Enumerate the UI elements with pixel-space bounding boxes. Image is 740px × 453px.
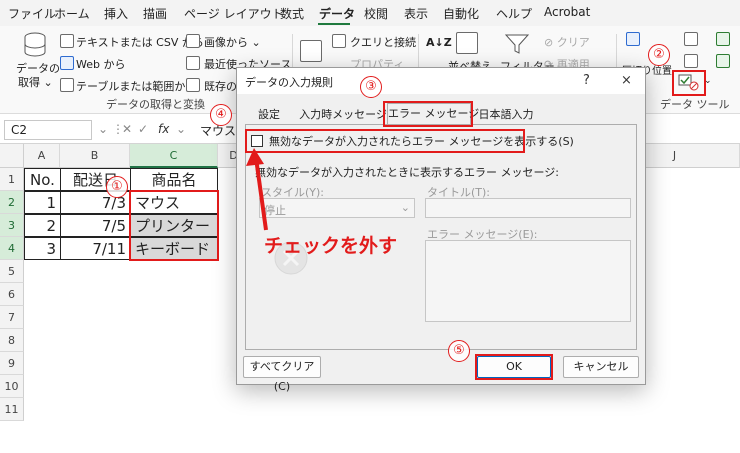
tab-data[interactable]: データ — [319, 5, 355, 22]
formula-dropdown-icon[interactable]: ⌄ — [176, 122, 186, 136]
tab-automate[interactable]: 自動化 — [443, 5, 479, 22]
cell-a3[interactable]: 2 — [24, 214, 61, 237]
dialog-title-bar: データの入力規則 ? × — [237, 68, 645, 94]
help-icon[interactable]: ? — [583, 73, 590, 88]
existing-connections-button[interactable]: 既存の — [204, 78, 237, 94]
remove-duplicates-icon[interactable] — [684, 54, 698, 68]
text-csv-icon — [60, 34, 74, 48]
insert-function-button[interactable]: fx — [158, 122, 169, 136]
relationships-icon[interactable] — [716, 54, 730, 68]
table-icon — [60, 78, 74, 92]
active-tab-indicator — [318, 23, 350, 25]
cell-a2[interactable]: 1 — [24, 191, 61, 214]
queries-icon — [332, 34, 346, 48]
row-header-3[interactable]: 3 — [0, 214, 24, 237]
name-box-dropdown-icon[interactable]: ⌄ — [98, 122, 108, 136]
queries-connections-button[interactable]: クエリと接続 — [350, 34, 416, 50]
recent-sources-icon — [186, 56, 200, 70]
column-header-b[interactable]: B — [60, 144, 130, 168]
tab-input-message[interactable]: 入力時メッセージ — [297, 105, 389, 125]
filter-icon[interactable] — [504, 32, 530, 56]
refresh-all-icon[interactable] — [300, 40, 322, 62]
consolidate-icon[interactable] — [716, 32, 730, 46]
error-message-textarea[interactable] — [425, 240, 631, 322]
name-box[interactable]: C2 — [4, 120, 92, 140]
row-header-6[interactable]: 6 — [0, 283, 24, 306]
tab-home[interactable]: ホーム — [54, 5, 90, 22]
row-header-1[interactable]: 1 — [0, 168, 24, 191]
flash-fill-icon[interactable] — [684, 32, 698, 46]
group-get-transform-label: データの取得と変換 — [106, 98, 205, 111]
get-data-label-2: 取得 ⌄ — [18, 76, 53, 89]
tab-insert[interactable]: 挿入 — [104, 5, 128, 22]
row-header-4[interactable]: 4 — [0, 237, 24, 260]
dialog-title: データの入力規則 — [245, 76, 333, 89]
marker-4: ④ — [210, 104, 232, 126]
annotation-callout: チェックを外す — [264, 235, 398, 257]
row-header-2[interactable]: 2 — [0, 191, 24, 214]
sort-dialog-icon[interactable] — [456, 32, 478, 54]
web-icon — [60, 56, 74, 70]
enter-icon[interactable]: ✓ — [138, 122, 148, 136]
data-validation-dialog: データの入力規則 ? × 設定 入力時メッセージ エラー メッセージ 日本語入力… — [236, 67, 646, 393]
tab-acrobat[interactable]: Acrobat — [544, 5, 590, 19]
cell-b4[interactable]: 7/11 — [60, 237, 131, 260]
cancel-button[interactable]: キャンセル — [563, 356, 639, 378]
clear-filter-label: クリア — [556, 36, 590, 49]
annotation-selection-box — [129, 190, 219, 261]
tab-formulas[interactable]: 数式 — [280, 5, 304, 22]
chevron-down-icon: ⌄ — [400, 201, 410, 214]
select-all-corner[interactable] — [0, 144, 24, 168]
close-icon[interactable]: × — [621, 73, 632, 88]
marker-1: ① — [106, 176, 128, 198]
cell-a4[interactable]: 3 — [24, 237, 61, 260]
tab-review[interactable]: 校閲 — [364, 5, 388, 22]
cell-c1[interactable]: 商品名 — [130, 168, 218, 191]
picture-icon — [186, 34, 200, 48]
row-header-5[interactable]: 5 — [0, 260, 24, 283]
tab-view[interactable]: 表示 — [404, 5, 428, 22]
tab-help[interactable]: ヘルプ — [496, 5, 532, 22]
from-text-csv-button[interactable]: テキストまたは CSV から — [76, 34, 204, 50]
row-header-7[interactable]: 7 — [0, 306, 24, 329]
annotation-tab-box — [383, 101, 473, 127]
row-header-11[interactable]: 11 — [0, 398, 24, 421]
tab-page-layout[interactable]: ページ レイアウト — [184, 5, 284, 22]
row-header-8[interactable]: 8 — [0, 329, 24, 352]
marker-3: ③ — [360, 76, 382, 98]
marker-2: ② — [648, 44, 670, 66]
get-data-button[interactable]: データの 取得 ⌄ — [12, 30, 60, 90]
column-header-a[interactable]: A — [24, 144, 60, 168]
style-select[interactable]: 停止 ⌄ — [259, 198, 415, 218]
tab-draw[interactable]: 描画 — [143, 5, 167, 22]
clear-filter-button[interactable]: ⊘ クリア — [544, 34, 590, 50]
row-header-9[interactable]: 9 — [0, 352, 24, 375]
tab-file[interactable]: ファイル — [8, 5, 56, 22]
title-input[interactable] — [425, 198, 631, 218]
cancel-icon[interactable]: ✕ — [122, 122, 132, 136]
cell-b3[interactable]: 7/5 — [60, 214, 131, 237]
from-table-button[interactable]: テーブルまたは範囲から — [76, 78, 196, 94]
row-header-10[interactable]: 10 — [0, 375, 24, 398]
annotation-checkbox-box — [245, 129, 525, 153]
column-header-c[interactable]: C — [130, 144, 218, 168]
cell-a1[interactable]: No. — [24, 168, 61, 191]
clear-all-button[interactable]: すべてクリア(C) — [243, 356, 321, 393]
existing-connections-icon — [186, 78, 200, 92]
ribbon-tab-bar: ファイル ホーム 挿入 描画 ページ レイアウト 数式 データ 校閲 表示 自動… — [0, 0, 740, 26]
sort-az-icon[interactable]: A↓Z — [426, 36, 452, 49]
tab-ime-mode[interactable]: 日本語入力 — [473, 105, 539, 125]
group-data-tools-label: データ ツール — [660, 98, 730, 111]
annotation-arrow — [246, 148, 268, 231]
from-web-button[interactable]: Web から — [76, 56, 125, 72]
from-picture-button[interactable]: 画像から ⌄ — [204, 34, 261, 50]
database-icon — [24, 32, 46, 57]
annotation-data-validation-box — [672, 70, 706, 96]
text-to-columns-icon — [626, 32, 640, 46]
marker-5: ⑤ — [448, 340, 470, 362]
annotation-ok-box — [475, 354, 553, 380]
error-section-label: 無効なデータが入力されたときに表示するエラー メッセージ: — [255, 166, 559, 179]
tab-settings[interactable]: 設定 — [249, 105, 289, 125]
